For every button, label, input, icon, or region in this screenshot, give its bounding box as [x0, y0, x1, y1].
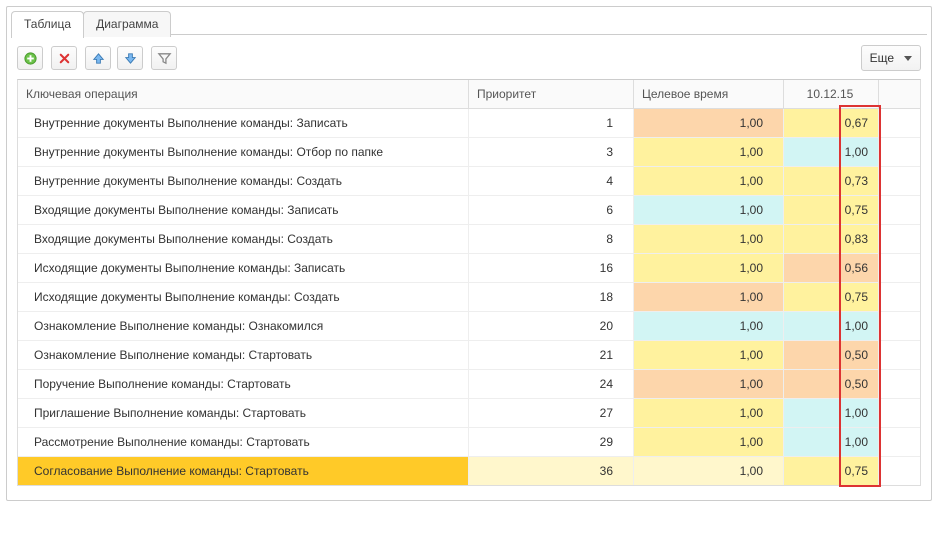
table-row[interactable]: Внутренние документы Выполнение команды:… — [18, 167, 920, 196]
cell-value: 0,50 — [784, 370, 879, 398]
cell-target: 1,00 — [634, 283, 784, 311]
cell-value: 0,75 — [784, 196, 879, 224]
more-label: Еще — [870, 51, 894, 65]
move-up-button[interactable] — [85, 46, 111, 70]
table-row[interactable]: Входящие документы Выполнение команды: З… — [18, 196, 920, 225]
chevron-down-icon — [904, 56, 912, 61]
cell-target: 1,00 — [634, 312, 784, 340]
table-row[interactable]: Входящие документы Выполнение команды: С… — [18, 225, 920, 254]
header-date[interactable]: 10.12.15 — [784, 80, 879, 108]
data-grid: Ключевая операция Приоритет Целевое врем… — [17, 79, 921, 486]
delete-button[interactable] — [51, 46, 77, 70]
grid-header: Ключевая операция Приоритет Целевое врем… — [18, 80, 920, 109]
cell-value: 0,50 — [784, 341, 879, 369]
cell-priority: 36 — [469, 457, 634, 485]
cell-target: 1,00 — [634, 428, 784, 456]
filter-button[interactable] — [151, 46, 177, 70]
header-operation[interactable]: Ключевая операция — [18, 80, 469, 108]
cell-target: 1,00 — [634, 370, 784, 398]
cell-target: 1,00 — [634, 399, 784, 427]
cell-priority: 21 — [469, 341, 634, 369]
tabs-row: Таблица Диаграмма — [7, 7, 931, 35]
table-row[interactable]: Ознакомление Выполнение команды: Ознаком… — [18, 312, 920, 341]
cell-operation: Внутренние документы Выполнение команды:… — [18, 167, 469, 195]
cell-value: 1,00 — [784, 428, 879, 456]
add-button[interactable] — [17, 46, 43, 70]
cell-operation: Поручение Выполнение команды: Стартовать — [18, 370, 469, 398]
cell-priority: 1 — [469, 109, 634, 137]
cell-priority: 29 — [469, 428, 634, 456]
cell-operation: Согласование Выполнение команды: Стартов… — [18, 457, 469, 485]
cell-priority: 8 — [469, 225, 634, 253]
table-row[interactable]: Поручение Выполнение команды: Стартовать… — [18, 370, 920, 399]
cell-value: 0,83 — [784, 225, 879, 253]
cell-target: 1,00 — [634, 254, 784, 282]
cell-target: 1,00 — [634, 341, 784, 369]
move-down-button[interactable] — [117, 46, 143, 70]
funnel-icon — [157, 51, 172, 66]
header-target[interactable]: Целевое время — [634, 80, 784, 108]
cell-operation: Приглашение Выполнение команды: Стартова… — [18, 399, 469, 427]
tab-chart[interactable]: Диаграмма — [83, 11, 171, 37]
header-priority[interactable]: Приоритет — [469, 80, 634, 108]
cell-value: 1,00 — [784, 312, 879, 340]
cell-operation: Рассмотрение Выполнение команды: Стартов… — [18, 428, 469, 456]
delete-icon — [57, 51, 72, 66]
cell-priority: 3 — [469, 138, 634, 166]
cell-value: 0,75 — [784, 283, 879, 311]
cell-priority: 18 — [469, 283, 634, 311]
arrow-up-icon — [91, 51, 106, 66]
toolbar: Еще — [17, 45, 921, 71]
cell-value: 0,73 — [784, 167, 879, 195]
cell-priority: 4 — [469, 167, 634, 195]
table-row[interactable]: Внутренние документы Выполнение команды:… — [18, 138, 920, 167]
cell-target: 1,00 — [634, 225, 784, 253]
cell-operation: Исходящие документы Выполнение команды: … — [18, 254, 469, 282]
cell-value: 0,56 — [784, 254, 879, 282]
cell-target: 1,00 — [634, 109, 784, 137]
more-button[interactable]: Еще — [861, 45, 921, 71]
cell-priority: 27 — [469, 399, 634, 427]
cell-value: 0,67 — [784, 109, 879, 137]
cell-operation: Входящие документы Выполнение команды: З… — [18, 196, 469, 224]
table-row[interactable]: Исходящие документы Выполнение команды: … — [18, 283, 920, 312]
add-icon — [23, 51, 38, 66]
cell-target: 1,00 — [634, 196, 784, 224]
cell-priority: 16 — [469, 254, 634, 282]
tab-table[interactable]: Таблица — [11, 11, 84, 38]
cell-operation: Ознакомление Выполнение команды: Ознаком… — [18, 312, 469, 340]
cell-target: 1,00 — [634, 457, 784, 485]
cell-operation: Внутренние документы Выполнение команды:… — [18, 109, 469, 137]
cell-target: 1,00 — [634, 138, 784, 166]
cell-operation: Исходящие документы Выполнение команды: … — [18, 283, 469, 311]
table-row[interactable]: Ознакомление Выполнение команды: Стартов… — [18, 341, 920, 370]
cell-value: 1,00 — [784, 138, 879, 166]
cell-target: 1,00 — [634, 167, 784, 195]
cell-priority: 6 — [469, 196, 634, 224]
cell-value: 0,75 — [784, 457, 879, 485]
cell-priority: 20 — [469, 312, 634, 340]
cell-operation: Внутренние документы Выполнение команды:… — [18, 138, 469, 166]
cell-value: 1,00 — [784, 399, 879, 427]
table-row[interactable]: Внутренние документы Выполнение команды:… — [18, 109, 920, 138]
table-row[interactable]: Согласование Выполнение команды: Стартов… — [18, 457, 920, 485]
cell-priority: 24 — [469, 370, 634, 398]
table-row[interactable]: Исходящие документы Выполнение команды: … — [18, 254, 920, 283]
cell-operation: Входящие документы Выполнение команды: С… — [18, 225, 469, 253]
cell-operation: Ознакомление Выполнение команды: Стартов… — [18, 341, 469, 369]
table-row[interactable]: Приглашение Выполнение команды: Стартова… — [18, 399, 920, 428]
table-row[interactable]: Рассмотрение Выполнение команды: Стартов… — [18, 428, 920, 457]
arrow-down-icon — [123, 51, 138, 66]
